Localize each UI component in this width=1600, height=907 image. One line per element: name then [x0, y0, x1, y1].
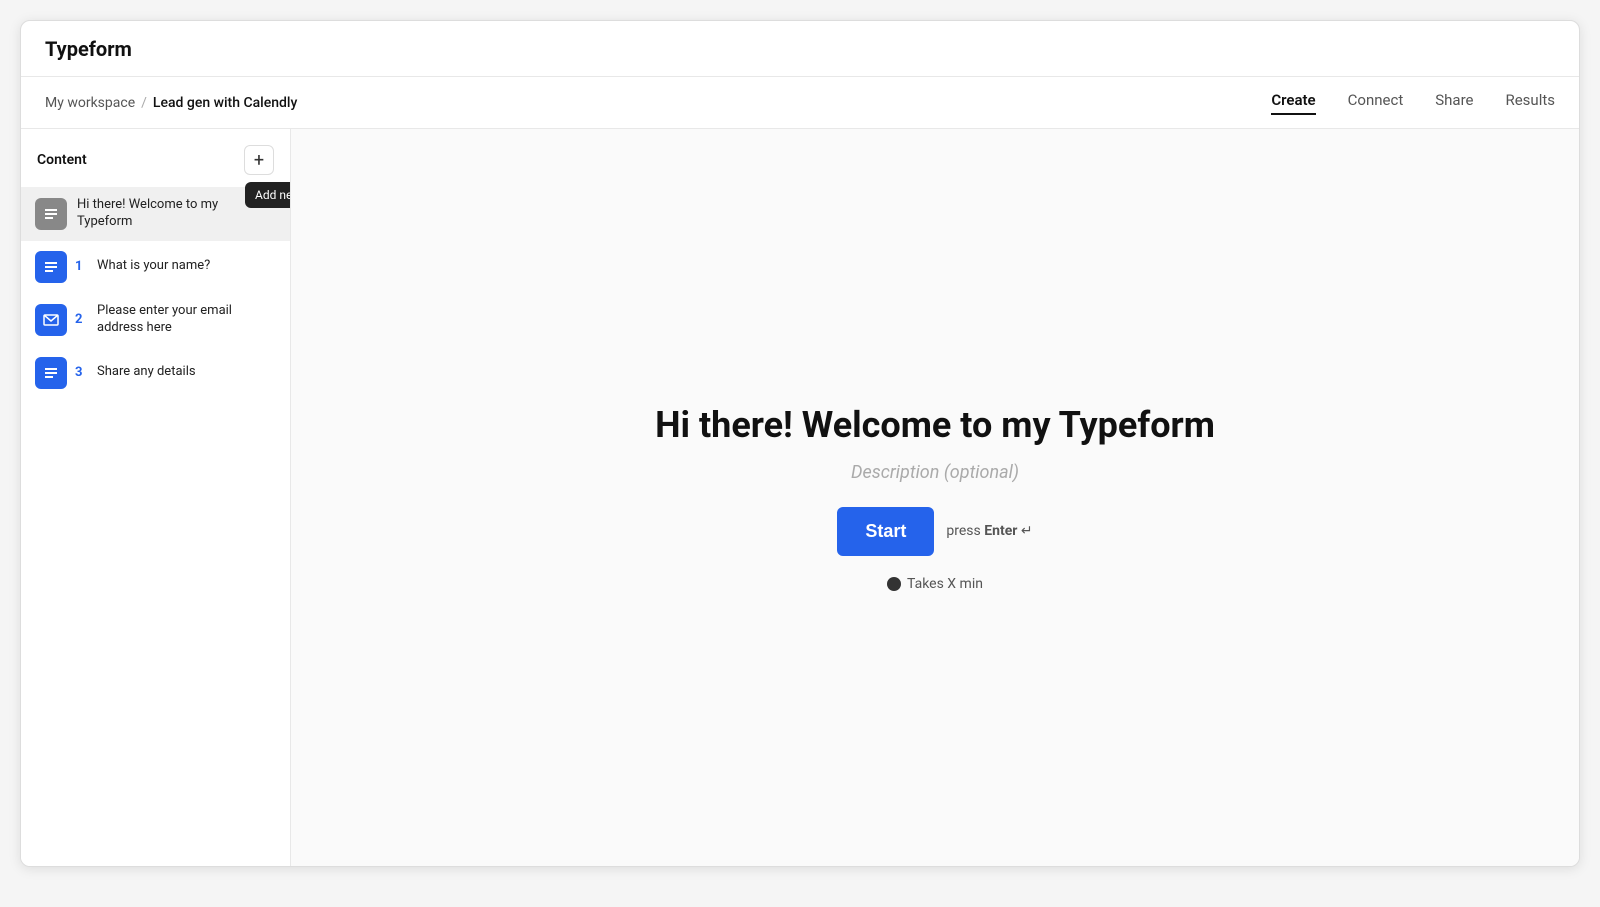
form-actions: Start press Enter ↵ — [837, 507, 1032, 556]
takes-time-indicator: Takes X min — [887, 576, 983, 592]
q2-icon — [35, 304, 67, 336]
takes-time-label: Takes X min — [907, 576, 983, 592]
text-icon-1 — [43, 259, 59, 275]
sidebar-header: Content + Add new question (⌘ + /) — [21, 129, 290, 187]
form-preview-area: Hi there! Welcome to my Typeform Descrip… — [291, 129, 1579, 866]
sidebar: Content + Add new question (⌘ + /) — [21, 129, 291, 866]
top-bar: Typeform — [21, 21, 1579, 77]
welcome-icon — [35, 198, 67, 230]
sidebar-items: Hi there! Welcome to my Typeform 1 What … — [21, 187, 290, 399]
sidebar-item-q2[interactable]: 2 Please enter your email address here — [21, 293, 290, 347]
sidebar-item-q3[interactable]: 3 Share any details — [21, 347, 290, 399]
q2-num: 2 — [75, 312, 89, 327]
q1-num: 1 — [75, 259, 89, 274]
q1-icon — [35, 251, 67, 283]
q3-icon — [35, 357, 67, 389]
q3-text: Share any details — [97, 364, 196, 381]
form-preview-title[interactable]: Hi there! Welcome to my Typeform — [655, 404, 1215, 446]
q2-text: Please enter your email address here — [97, 303, 276, 337]
add-question-button[interactable]: + Add new question (⌘ + /) — [244, 145, 274, 175]
bars-icon — [43, 206, 59, 222]
email-icon — [43, 312, 59, 328]
form-preview-description[interactable]: Description (optional) — [851, 462, 1019, 483]
tab-share[interactable]: Share — [1435, 91, 1473, 115]
sidebar-item-welcome[interactable]: Hi there! Welcome to my Typeform — [21, 187, 290, 241]
tab-create[interactable]: Create — [1271, 91, 1315, 115]
text-icon-3 — [43, 365, 59, 381]
tab-connect[interactable]: Connect — [1348, 91, 1404, 115]
tab-results[interactable]: Results — [1505, 91, 1555, 115]
plus-icon: + — [254, 150, 264, 171]
sidebar-content-label: Content — [37, 152, 87, 168]
breadcrumb-form-name[interactable]: Lead gen with Calendly — [153, 95, 297, 111]
sidebar-item-q1[interactable]: 1 What is your name? — [21, 241, 290, 293]
breadcrumb-separator: / — [141, 95, 147, 111]
main-layout: Content + Add new question (⌘ + /) — [21, 129, 1579, 866]
q3-num: 3 — [75, 365, 89, 380]
clock-icon — [887, 577, 901, 591]
press-enter-hint: press Enter ↵ — [946, 523, 1032, 539]
nav-tabs: Create Connect Share Results — [1271, 91, 1555, 115]
app-title: Typeform — [45, 37, 132, 61]
start-button[interactable]: Start — [837, 507, 934, 556]
breadcrumb-workspace[interactable]: My workspace — [45, 95, 135, 111]
welcome-item-text: Hi there! Welcome to my Typeform — [77, 197, 276, 231]
nav-bar: My workspace / Lead gen with Calendly Cr… — [21, 77, 1579, 129]
q1-text: What is your name? — [97, 258, 210, 275]
breadcrumb: My workspace / Lead gen with Calendly — [45, 95, 297, 111]
